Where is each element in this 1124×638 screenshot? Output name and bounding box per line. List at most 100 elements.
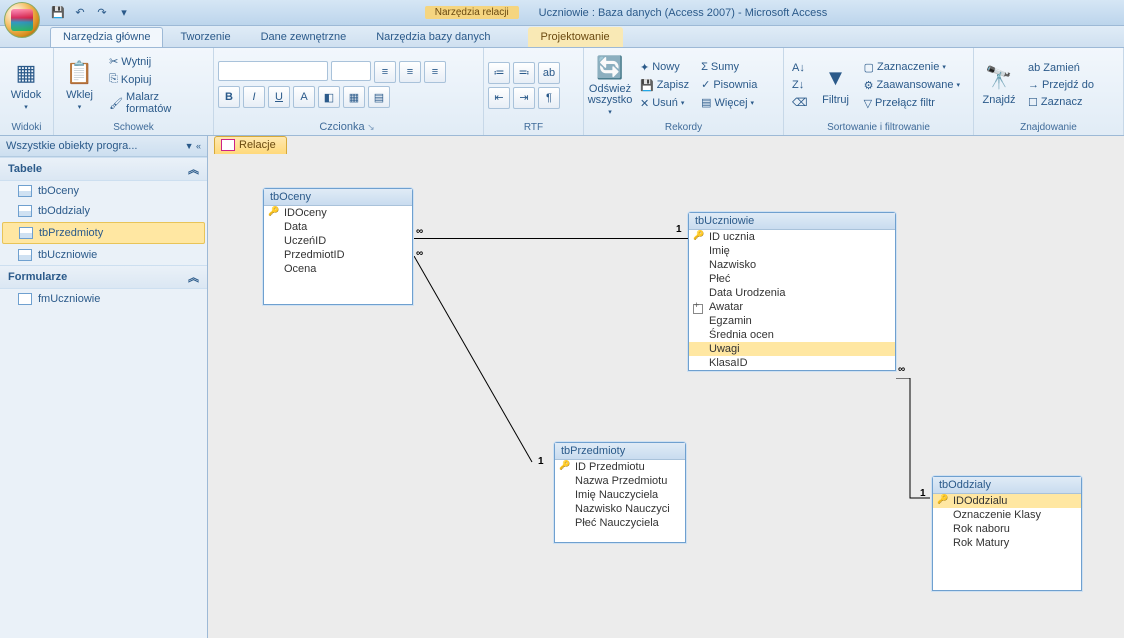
fill-color-button[interactable]: ◧ xyxy=(318,86,340,108)
italic-button[interactable]: I xyxy=(243,86,265,108)
field[interactable]: Imię xyxy=(689,244,895,258)
field[interactable]: Średnia ocen xyxy=(689,328,895,342)
font-size-combo[interactable] xyxy=(331,61,371,81)
field[interactable]: PrzedmiotID xyxy=(264,248,412,262)
field[interactable]: Egzamin xyxy=(689,314,895,328)
qat-undo[interactable]: ↶ xyxy=(72,5,88,21)
clear-sort-button[interactable]: ⌫ xyxy=(788,94,812,111)
numbering-button[interactable]: ≕ xyxy=(513,62,535,84)
nav-table-tboddzialy[interactable]: tbOddzialy xyxy=(0,201,207,221)
increase-indent-button[interactable]: ⇥ xyxy=(513,87,535,109)
field[interactable]: Oznaczenie Klasy xyxy=(933,508,1081,522)
nav-header[interactable]: Wszystkie obiekty progra... ▼ « xyxy=(0,136,207,157)
nav-form-fmuczniowie[interactable]: fmUczniowie xyxy=(0,289,207,309)
gridlines-button[interactable]: ▦ xyxy=(343,86,365,108)
field[interactable]: Uwagi xyxy=(689,342,895,356)
document-tab-relacje[interactable]: Relacje xyxy=(214,136,287,154)
find-button[interactable]: 🔭Znajdź xyxy=(978,53,1020,117)
cut-button[interactable]: ✂Wytnij xyxy=(105,53,209,70)
field[interactable]: Płeć Nauczyciela xyxy=(555,516,685,530)
new-icon: ✦ xyxy=(640,61,649,74)
field[interactable]: Ocena xyxy=(264,262,412,276)
paste-button[interactable]: 📋Wklej▾ xyxy=(58,53,101,117)
field[interactable]: Data xyxy=(264,220,412,234)
field[interactable]: IDOddzialu xyxy=(933,494,1081,508)
field[interactable]: Nazwisko xyxy=(689,258,895,272)
format-painter-button[interactable]: 🖌Malarz formatów xyxy=(105,89,209,117)
totals-button[interactable]: ΣSumy xyxy=(697,59,761,75)
bold-button[interactable]: B xyxy=(218,86,240,108)
office-button[interactable] xyxy=(4,2,40,38)
font-name-combo[interactable] xyxy=(218,61,328,81)
cardinality-one: 1 xyxy=(676,224,682,235)
advanced-filter-button[interactable]: ⚙Zaawansowane ▾ xyxy=(860,77,964,94)
qat-save[interactable]: 💾 xyxy=(50,5,66,21)
view-button[interactable]: ▦Widok▾ xyxy=(4,53,48,117)
highlight-button[interactable]: ab xyxy=(538,62,560,84)
toggle-filter-button[interactable]: ▽Przełącz filtr xyxy=(860,95,964,112)
field[interactable]: Awatar xyxy=(689,300,895,314)
field[interactable]: Nazwisko Nauczyci xyxy=(555,502,685,516)
table-title[interactable]: tbPrzedmioty xyxy=(555,443,685,460)
filter-button[interactable]: ▼Filtruj xyxy=(816,53,856,117)
field[interactable]: KlasaID xyxy=(689,356,895,370)
new-record-button[interactable]: ✦Nowy xyxy=(636,59,693,76)
cardinality-many: ∞ xyxy=(416,226,423,237)
tab-design[interactable]: Projektowanie xyxy=(528,27,623,47)
copy-button[interactable]: ⎘Kopiuj xyxy=(105,71,209,88)
underline-button[interactable]: U xyxy=(268,86,290,108)
text-direction-button[interactable]: ¶ xyxy=(538,87,560,109)
tab-create[interactable]: Tworzenie xyxy=(167,27,243,47)
field[interactable]: IDOceny xyxy=(264,206,412,220)
save-record-button[interactable]: 💾Zapisz xyxy=(636,77,693,94)
table-window-tboddzialy[interactable]: tbOddzialy IDOddzialu Oznaczenie Klasy R… xyxy=(932,476,1082,591)
nav-section-forms[interactable]: Formularze︽ xyxy=(0,265,207,289)
field[interactable]: Imię Nauczyciela xyxy=(555,488,685,502)
alt-row-button[interactable]: ▤ xyxy=(368,86,390,108)
table-title[interactable]: tbOceny xyxy=(264,189,412,206)
nav-table-tbuczniowie[interactable]: tbUczniowie xyxy=(0,245,207,265)
goto-button[interactable]: →Przejdź do xyxy=(1024,77,1098,93)
select-button[interactable]: ☐Zaznacz xyxy=(1024,94,1098,111)
decrease-indent-button[interactable]: ⇤ xyxy=(488,87,510,109)
table-window-tbuczniowie[interactable]: tbUczniowie ID ucznia Imię Nazwisko Płeć… xyxy=(688,212,896,371)
field[interactable]: Rok naboru xyxy=(933,522,1081,536)
qat-customize[interactable]: ▾ xyxy=(116,5,132,21)
font-color-button[interactable]: A xyxy=(293,86,315,108)
field[interactable]: ID Przedmiotu xyxy=(555,460,685,474)
align-center-button[interactable]: ≡ xyxy=(399,61,421,83)
field[interactable]: Rok Matury xyxy=(933,536,1081,550)
sort-asc-button[interactable]: A↓ xyxy=(788,60,812,76)
sort-desc-button[interactable]: Z↓ xyxy=(788,77,812,93)
font-launcher[interactable]: ↘ xyxy=(365,122,378,132)
nav-table-tbprzedmioty[interactable]: tbPrzedmioty xyxy=(2,222,205,244)
table-window-tbprzedmioty[interactable]: tbPrzedmioty ID Przedmiotu Nazwa Przedmi… xyxy=(554,442,686,543)
align-right-button[interactable]: ≡ xyxy=(424,61,446,83)
bullets-button[interactable]: ≔ xyxy=(488,62,510,84)
qat-redo[interactable]: ↷ xyxy=(94,5,110,21)
refresh-all-button[interactable]: 🔄Odśwież wszystko▾ xyxy=(588,53,632,117)
nav-section-tables[interactable]: Tabele︽ xyxy=(0,157,207,181)
table-title[interactable]: tbUczniowie xyxy=(689,213,895,230)
relationships-canvas[interactable]: tbOceny IDOceny Data UczeńID PrzedmiotID… xyxy=(208,156,1124,638)
more-button[interactable]: ▤Więcej ▾ xyxy=(697,94,761,111)
tab-external-data[interactable]: Dane zewnętrzne xyxy=(248,27,360,47)
chevron-down-icon: ▼ « xyxy=(185,141,201,151)
align-left-button[interactable]: ≡ xyxy=(374,61,396,83)
table-icon xyxy=(18,185,32,197)
tab-database-tools[interactable]: Narzędzia bazy danych xyxy=(363,27,503,47)
nav-table-tboceny[interactable]: tbOceny xyxy=(0,181,207,201)
field[interactable]: Płeć xyxy=(689,272,895,286)
delete-record-button[interactable]: ✕Usuń ▾ xyxy=(636,95,693,112)
field[interactable]: Data Urodzenia xyxy=(689,286,895,300)
relationship-line[interactable] xyxy=(414,238,688,239)
field[interactable]: Nazwa Przedmiotu xyxy=(555,474,685,488)
tab-home[interactable]: Narzędzia główne xyxy=(50,27,163,47)
field[interactable]: UczeńID xyxy=(264,234,412,248)
table-title[interactable]: tbOddzialy xyxy=(933,477,1081,494)
replace-button[interactable]: abZamień xyxy=(1024,60,1098,76)
field[interactable]: ID ucznia xyxy=(689,230,895,244)
selection-filter-button[interactable]: ▢Zaznaczenie ▾ xyxy=(860,59,964,76)
table-window-tboceny[interactable]: tbOceny IDOceny Data UczeńID PrzedmiotID… xyxy=(263,188,413,305)
spelling-button[interactable]: ✓Pisownia xyxy=(697,76,761,93)
